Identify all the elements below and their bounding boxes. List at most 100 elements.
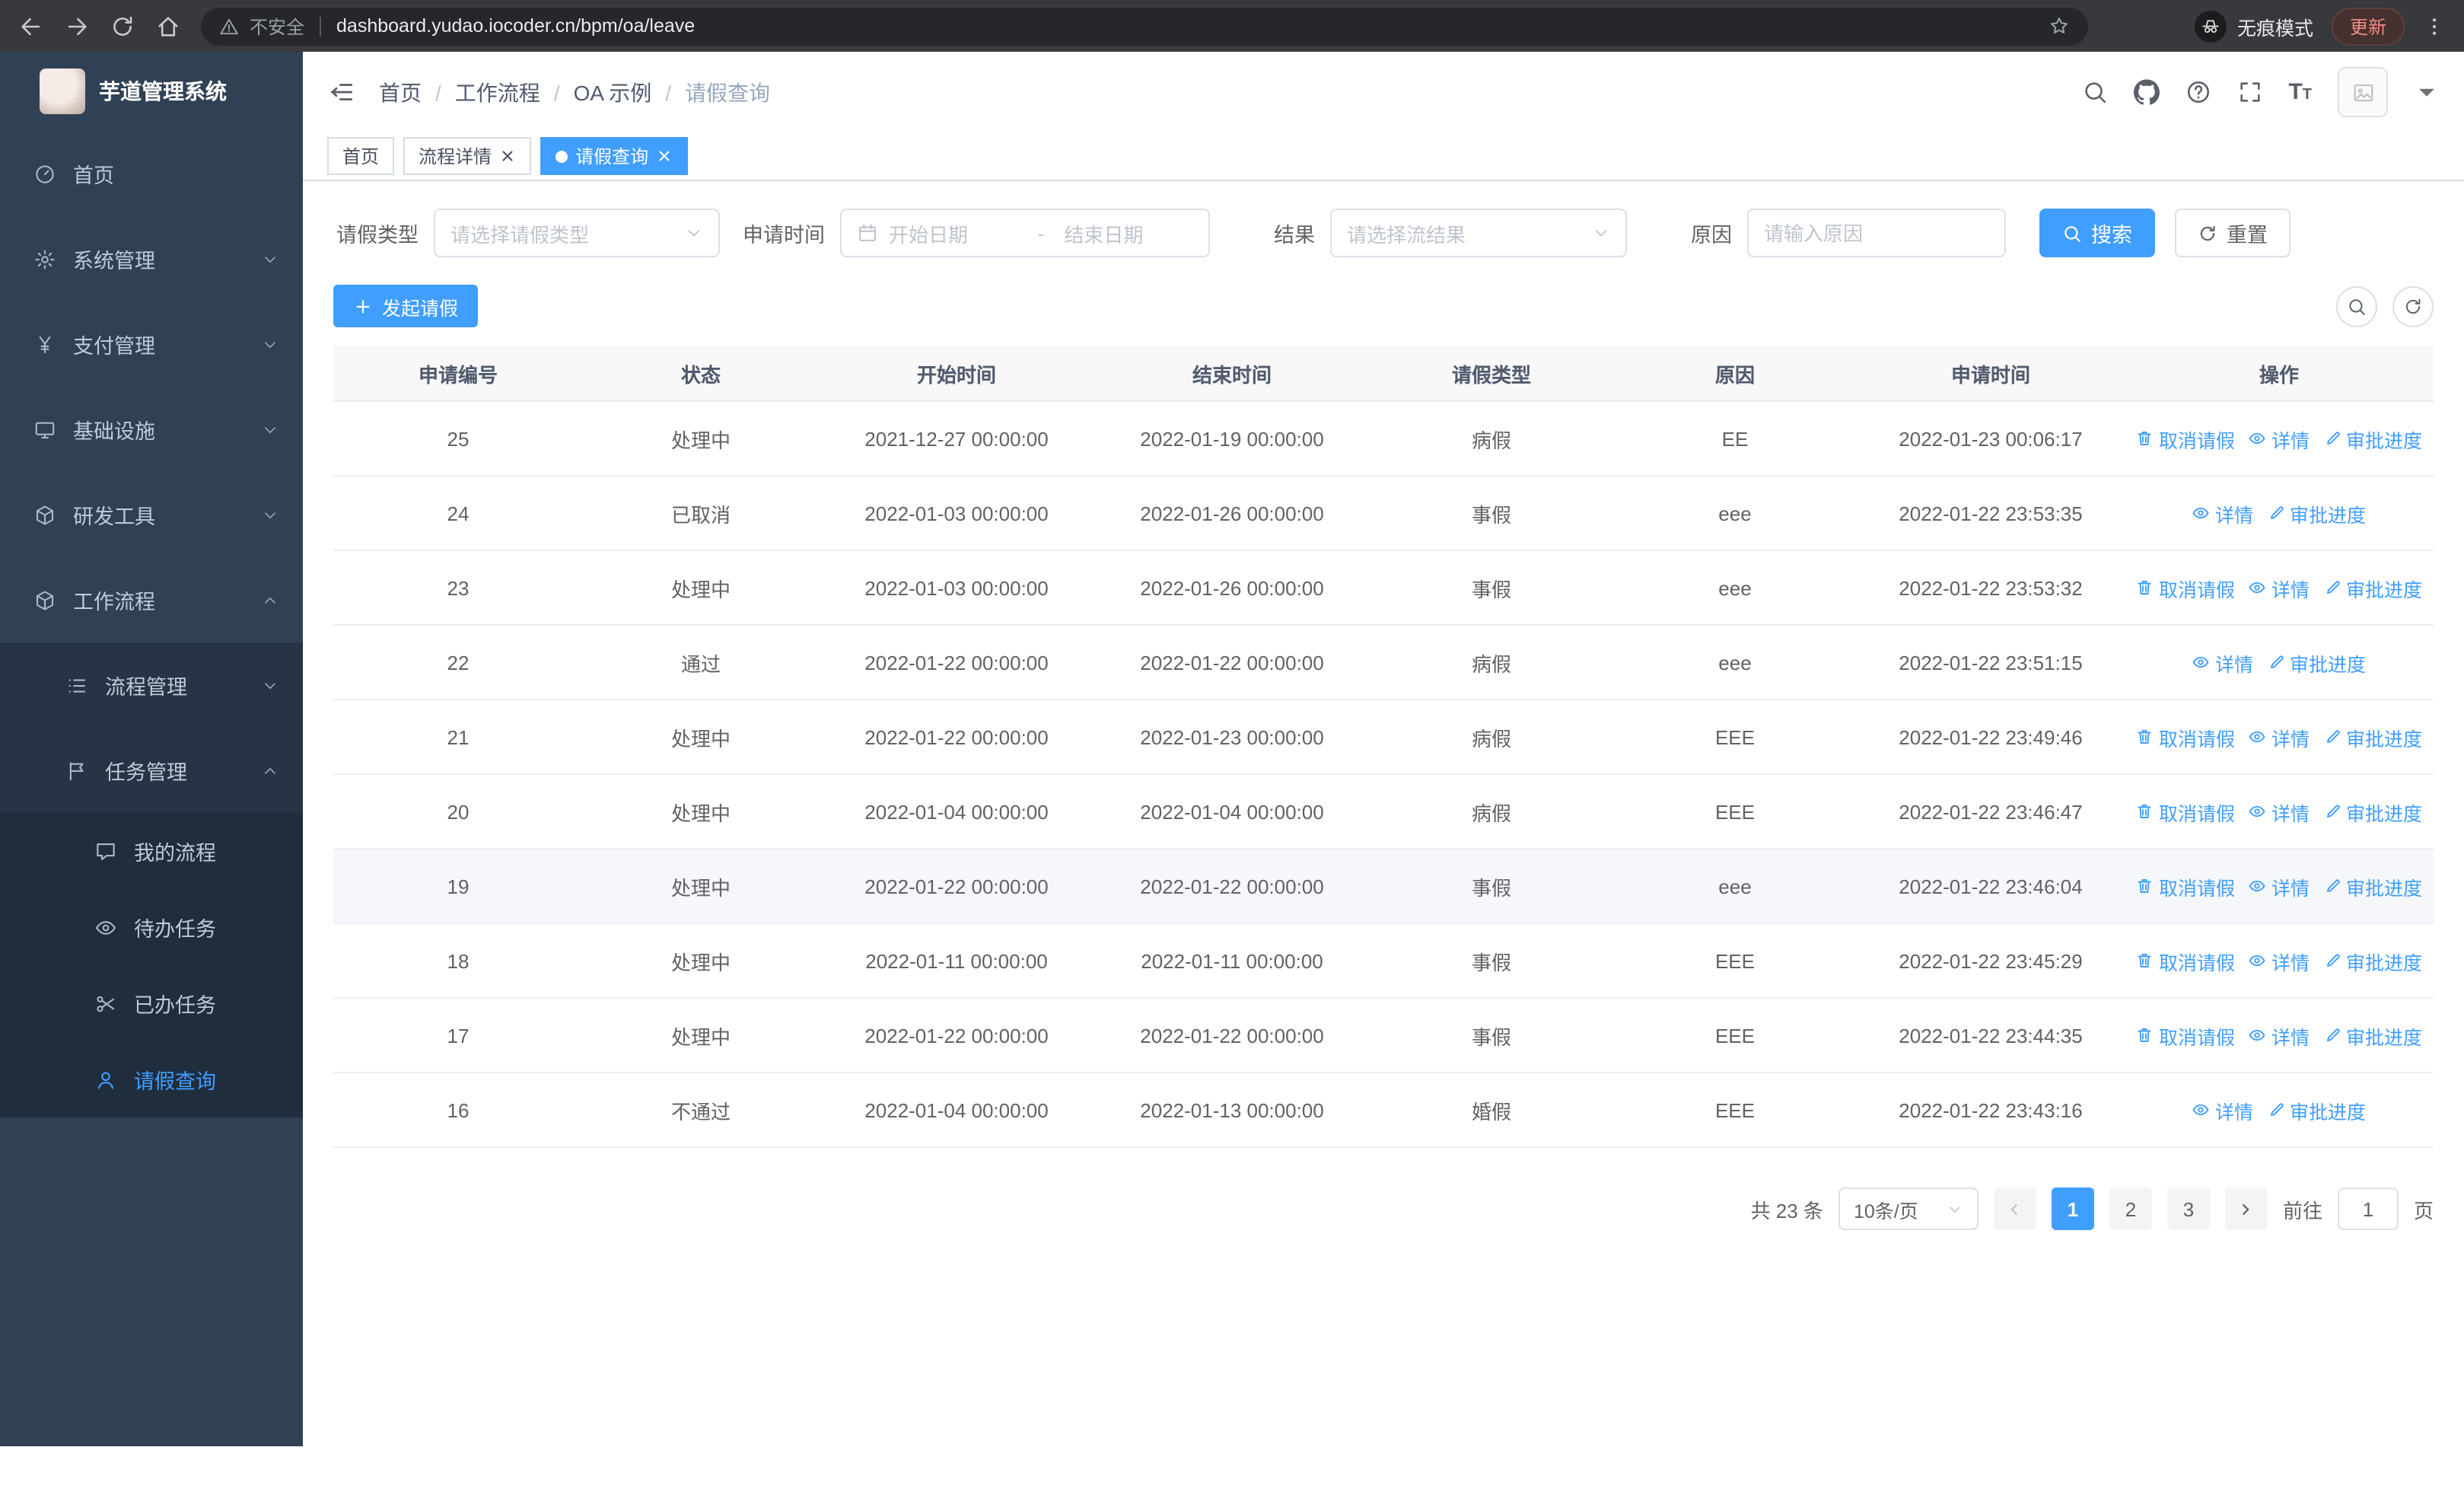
github-icon[interactable] — [2133, 79, 2159, 105]
cancel-leave-label: 取消请假 — [2158, 878, 2235, 899]
page-size-select[interactable]: 10条/页 — [1838, 1187, 1979, 1230]
cancel-leave-link[interactable]: 取消请假 — [2136, 1021, 2235, 1050]
sidebar-toggle-icon[interactable] — [327, 78, 356, 107]
forward-icon[interactable] — [64, 13, 90, 39]
cell-status: 处理中 — [670, 727, 731, 750]
tag-process-detail[interactable]: 流程详情 — [403, 137, 532, 175]
reload-icon[interactable] — [110, 13, 135, 39]
search-icon[interactable] — [2081, 79, 2107, 105]
progress-link[interactable]: 审批进度 — [2323, 797, 2422, 826]
toggle-search-button[interactable] — [2336, 285, 2377, 327]
page-unit-label: 页 — [2413, 1199, 2434, 1222]
leave-type-select[interactable]: 请选择请假类型 — [434, 209, 720, 257]
detail-link[interactable]: 详情 — [2192, 648, 2253, 677]
sidebar-item-system[interactable]: 系统管理 — [0, 216, 303, 301]
search-button[interactable]: 搜索 — [2039, 209, 2155, 257]
cell-end-time: 2022-01-26 00:00:00 — [1140, 576, 1324, 599]
sidebar-item-infra[interactable]: 基础设施 — [0, 387, 303, 472]
fullscreen-icon[interactable] — [2236, 79, 2262, 105]
breadcrumb-oa[interactable]: OA 示例 — [574, 77, 652, 107]
next-page-button[interactable] — [2224, 1187, 2268, 1230]
tag-leave-query[interactable]: 请假查询 — [540, 137, 689, 175]
cancel-leave-link[interactable]: 取消请假 — [2136, 946, 2235, 975]
browser-menu-icon[interactable] — [2423, 14, 2446, 37]
progress-link[interactable]: 审批进度 — [2323, 1021, 2422, 1050]
progress-link[interactable]: 审批进度 — [2323, 573, 2422, 602]
page-button-3[interactable]: 3 — [2166, 1187, 2210, 1230]
incognito-badge: 无痕模式 — [2194, 10, 2313, 42]
reset-button[interactable]: 重置 — [2175, 209, 2291, 257]
sidebar-item-todo-tasks[interactable]: 待办任务 — [0, 889, 303, 965]
page-button-1[interactable]: 1 — [2051, 1187, 2094, 1230]
detail-link[interactable]: 详情 — [2249, 573, 2310, 602]
url-bar[interactable]: 不安全 dashboard.yudao.iocoder.cn/bpm/oa/le… — [201, 7, 2088, 45]
progress-link[interactable]: 审批进度 — [2323, 872, 2422, 901]
refresh-table-button[interactable] — [2392, 285, 2434, 327]
cancel-leave-link[interactable]: 取消请假 — [2136, 872, 2235, 901]
progress-link[interactable]: 审批进度 — [2267, 648, 2366, 677]
cell-apply-id: 25 — [447, 427, 470, 450]
breadcrumb-home[interactable]: 首页 — [379, 77, 422, 107]
help-icon[interactable] — [2185, 79, 2211, 105]
detail-link[interactable]: 详情 — [2249, 797, 2310, 826]
avatar-caret-icon[interactable] — [2414, 79, 2440, 105]
sidebar-item-workflow[interactable]: 工作流程 — [0, 557, 303, 642]
sidebar-item-done-tasks[interactable]: 已办任务 — [0, 965, 303, 1041]
trash-icon — [2136, 802, 2154, 821]
detail-link[interactable]: 详情 — [2249, 872, 2310, 901]
detail-link[interactable]: 详情 — [2249, 1021, 2310, 1050]
sidebar-item-process-mgmt[interactable]: 流程管理 — [0, 642, 303, 728]
sidebar-item-home[interactable]: 首页 — [0, 131, 303, 216]
bookmark-star-icon[interactable] — [2049, 15, 2070, 37]
detail-link[interactable]: 详情 — [2249, 722, 2310, 751]
breadcrumb: 首页 / 工作流程 / OA 示例 / 请假查询 — [379, 77, 770, 107]
result-select[interactable]: 请选择流结果 — [1330, 209, 1627, 257]
breadcrumb-workflow[interactable]: 工作流程 — [455, 77, 540, 107]
progress-link[interactable]: 审批进度 — [2267, 1095, 2366, 1124]
update-button[interactable]: 更新 — [2331, 7, 2405, 45]
tag-home[interactable]: 首页 — [327, 137, 395, 175]
eye-icon — [2249, 802, 2267, 821]
eye-icon — [2192, 653, 2211, 671]
calendar-icon — [857, 222, 878, 244]
detail-link[interactable]: 详情 — [2192, 1095, 2253, 1124]
browser-chrome: 不安全 dashboard.yudao.iocoder.cn/bpm/oa/le… — [0, 0, 2464, 52]
page-button-2[interactable]: 2 — [2109, 1187, 2152, 1230]
col-leave-type: 请假类型 — [1451, 363, 1531, 386]
reason-input[interactable] — [1764, 222, 1989, 244]
progress-link[interactable]: 审批进度 — [2323, 722, 2422, 751]
sidebar-item-my-process[interactable]: 我的流程 — [0, 813, 303, 889]
cell-status: 处理中 — [670, 876, 731, 899]
sidebar-item-leave-query[interactable]: 请假查询 — [0, 1041, 303, 1117]
back-icon[interactable] — [18, 13, 44, 39]
chevron-right-icon — [2238, 1200, 2255, 1217]
cancel-leave-link[interactable]: 取消请假 — [2136, 722, 2235, 751]
cancel-leave-link[interactable]: 取消请假 — [2136, 424, 2235, 453]
close-icon[interactable] — [499, 148, 516, 164]
goto-page-input[interactable] — [2337, 1187, 2399, 1230]
create-leave-button[interactable]: 发起请假 — [333, 285, 479, 327]
apply-time-range-picker[interactable]: 开始日期 - 结束日期 — [840, 209, 1210, 257]
prev-page-button[interactable] — [1993, 1187, 2036, 1230]
close-icon[interactable] — [656, 148, 673, 164]
detail-link[interactable]: 详情 — [2192, 499, 2253, 528]
sidebar-item-payment[interactable]: 支付管理 — [0, 301, 303, 387]
list-icon — [65, 674, 88, 696]
monitor-icon — [33, 418, 56, 441]
cancel-leave-link[interactable]: 取消请假 — [2136, 797, 2235, 826]
eye-icon — [2249, 728, 2267, 746]
sidebar-item-task-mgmt[interactable]: 任务管理 — [0, 728, 303, 813]
chevron-down-icon — [685, 224, 703, 242]
detail-link[interactable]: 详情 — [2249, 946, 2310, 975]
avatar[interactable] — [2338, 67, 2388, 117]
cancel-leave-link[interactable]: 取消请假 — [2136, 573, 2235, 602]
font-size-icon[interactable]: TT — [2288, 81, 2312, 104]
box-icon — [33, 503, 56, 526]
breadcrumb-current: 请假查询 — [685, 80, 771, 104]
progress-link[interactable]: 审批进度 — [2323, 946, 2422, 975]
progress-link[interactable]: 审批进度 — [2267, 499, 2366, 528]
home-icon[interactable] — [155, 13, 181, 39]
detail-link[interactable]: 详情 — [2249, 424, 2310, 453]
progress-link[interactable]: 审批进度 — [2323, 424, 2422, 453]
sidebar-item-devtools[interactable]: 研发工具 — [0, 472, 303, 557]
